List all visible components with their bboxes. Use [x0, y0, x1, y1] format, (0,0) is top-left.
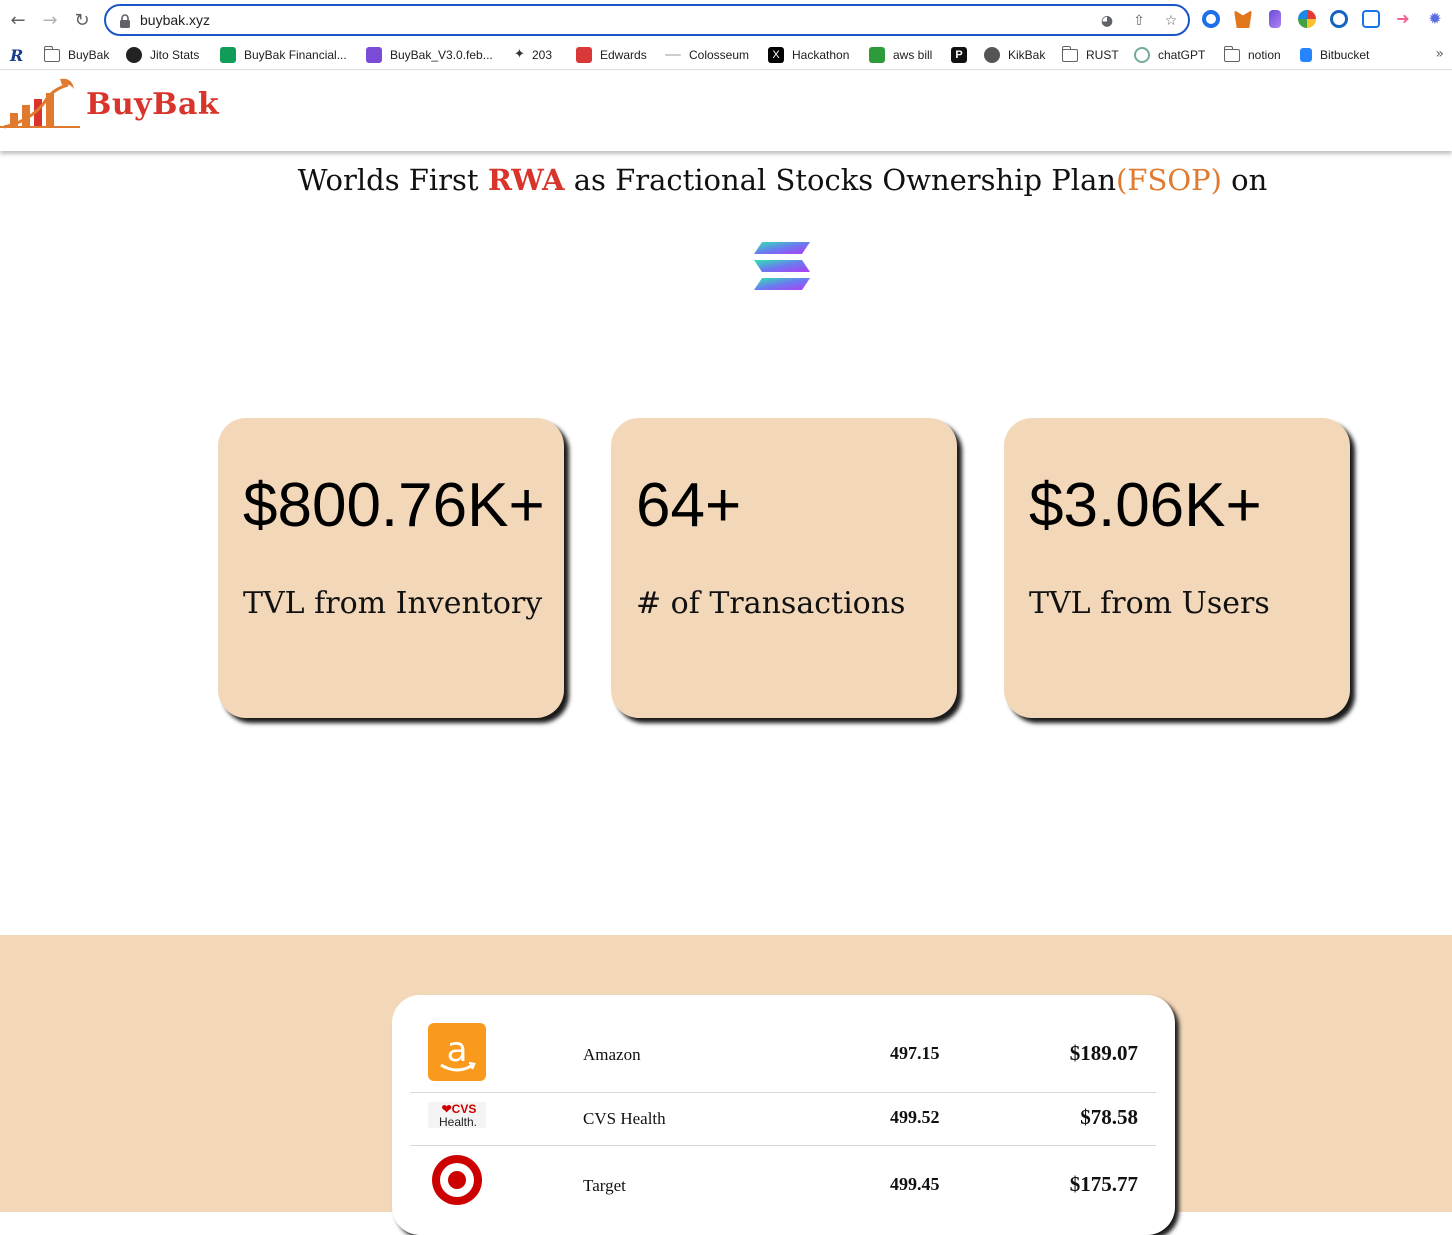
folder-icon	[1061, 45, 1078, 62]
stock-qty: 499.45	[890, 1174, 940, 1194]
stock-price: $78.58	[1080, 1105, 1138, 1129]
svg-text:❤CVS: ❤CVS	[442, 1102, 477, 1116]
stocks-table: a Amazon 497.15 $189.07 ❤CVS Health. CVS…	[392, 995, 1175, 1235]
hero-rwa: RWA	[487, 163, 565, 197]
bitbucket-icon	[1300, 48, 1312, 62]
stat-card-transactions: 64+ # of Transactions	[611, 418, 957, 718]
calendar-icon	[576, 47, 592, 63]
stock-price: $175.77	[1069, 1172, 1138, 1196]
stocks-section: a Amazon 497.15 $189.07 ❤CVS Health. CVS…	[0, 935, 1452, 1235]
table-row[interactable]: a Amazon 497.15 $189.07	[410, 1019, 1156, 1093]
target-logo	[432, 1155, 482, 1205]
sheets-icon	[220, 47, 236, 63]
bookmark-colosseum[interactable]: Colosseum	[665, 46, 749, 64]
color-extension-icon[interactable]	[1298, 10, 1316, 28]
browser-toolbar: ← → ↻ buybak.xyz ◕ ⇧ ☆ ➜ ✹	[0, 0, 1452, 40]
svg-text:Health.: Health.	[439, 1115, 477, 1128]
extension-circle-icon[interactable]	[1202, 10, 1220, 28]
address-bar[interactable]: buybak.xyz ◕ ⇧ ☆	[104, 4, 1190, 36]
rust-r-icon[interactable]: R	[10, 46, 23, 65]
bookmark-jito-stats[interactable]: Jito Stats	[126, 46, 199, 64]
bookmark-edwards[interactable]: Edwards	[576, 46, 647, 64]
metamask-icon[interactable]	[1234, 10, 1252, 28]
stock-name: Target	[583, 1176, 626, 1195]
amazon-logo: a	[428, 1023, 486, 1081]
bookmark-kikbak[interactable]: KikBak	[984, 46, 1045, 64]
stat-value: $3.06K+	[1029, 471, 1262, 540]
bookmark-buybak-financial[interactable]: BuyBak Financial...	[220, 46, 347, 64]
bookmarks-bar: R BuyBak Jito Stats BuyBak Financial... …	[0, 40, 1452, 70]
reload-icon[interactable]: ↻	[70, 8, 94, 32]
stat-label: # of Transactions	[636, 586, 906, 621]
bookmark-notion[interactable]: notion	[1223, 45, 1281, 64]
stock-qty: 497.15	[890, 1043, 940, 1063]
cvs-logo: ❤CVS Health.	[428, 1102, 486, 1128]
p-icon: P	[951, 47, 967, 63]
chatgpt-icon	[1134, 47, 1150, 63]
share-icon[interactable]: ⇧	[1130, 12, 1148, 30]
forward-arrow-icon[interactable]: →	[38, 8, 62, 32]
buybak-logo-icon[interactable]	[0, 75, 80, 129]
stat-label: TVL from Users	[1029, 586, 1270, 621]
stat-label: TVL from Inventory	[243, 586, 543, 621]
bookmark-aws-bill[interactable]: aws bill	[869, 46, 932, 64]
colosseum-icon	[665, 54, 681, 56]
folder-icon	[43, 45, 60, 62]
chevron-more-icon[interactable]: »	[1435, 46, 1444, 62]
stat-value: 64+	[636, 471, 742, 540]
screen-capture-icon[interactable]	[1362, 10, 1380, 28]
stock-name: Amazon	[583, 1045, 641, 1064]
bookmark-p[interactable]: P	[951, 46, 975, 64]
table-row[interactable]: ❤CVS Health. CVS Health 499.52 $78.58	[410, 1093, 1156, 1146]
bookmark-star-icon[interactable]: ☆	[1162, 12, 1180, 30]
back-arrow-icon[interactable]: ←	[6, 8, 30, 32]
c-extension-icon[interactable]	[1330, 10, 1348, 28]
bookmark-203[interactable]: ✦ 203	[514, 46, 552, 64]
x-icon: X	[768, 47, 784, 63]
stat-card-tvl-users: $3.06K+ TVL from Users	[1004, 418, 1350, 718]
stock-name: CVS Health	[583, 1109, 666, 1128]
stock-price: $189.07	[1069, 1041, 1138, 1065]
bookmark-hackathon[interactable]: X Hackathon	[768, 46, 849, 64]
jito-icon	[126, 47, 142, 63]
site-header: BuyBak	[0, 71, 1452, 151]
hero-fsop: (FSOP)	[1116, 163, 1222, 197]
wallet-extension-icon[interactable]	[1269, 10, 1281, 28]
url-text[interactable]: buybak.xyz	[140, 12, 210, 28]
bookmark-rust[interactable]: RUST	[1061, 45, 1119, 64]
svg-text:a: a	[447, 1030, 468, 1070]
folder-icon	[1223, 45, 1240, 62]
stock-qty: 499.52	[890, 1107, 940, 1127]
globe-icon	[984, 47, 1000, 63]
bookmark-chatgpt[interactable]: chatGPT	[1134, 46, 1205, 64]
hero-title: Worlds First RWA as Fractional Stocks Ow…	[297, 163, 1268, 197]
figure-icon: ✦	[514, 47, 525, 62]
doc-icon	[366, 47, 382, 63]
bookmark-buybak[interactable]: BuyBak	[43, 45, 109, 64]
bookmark-buybak-v3[interactable]: BuyBak_V3.0.feb...	[366, 46, 493, 64]
lock-icon	[120, 14, 130, 28]
arrow-extension-icon[interactable]: ➜	[1394, 10, 1412, 28]
puzzle-extension-icon[interactable]: ✹	[1426, 10, 1444, 28]
table-row[interactable]: Target 499.45 $175.77	[410, 1146, 1156, 1216]
stat-card-tvl-inventory: $800.76K+ TVL from Inventory	[218, 418, 564, 718]
aws-icon	[869, 47, 885, 63]
brand-name[interactable]: BuyBak	[86, 87, 219, 122]
solana-logo-icon	[754, 242, 810, 290]
stat-value: $800.76K+	[243, 471, 545, 540]
bookmark-bitbucket[interactable]: Bitbucket	[1300, 46, 1369, 64]
performance-icon[interactable]: ◕	[1098, 12, 1116, 30]
